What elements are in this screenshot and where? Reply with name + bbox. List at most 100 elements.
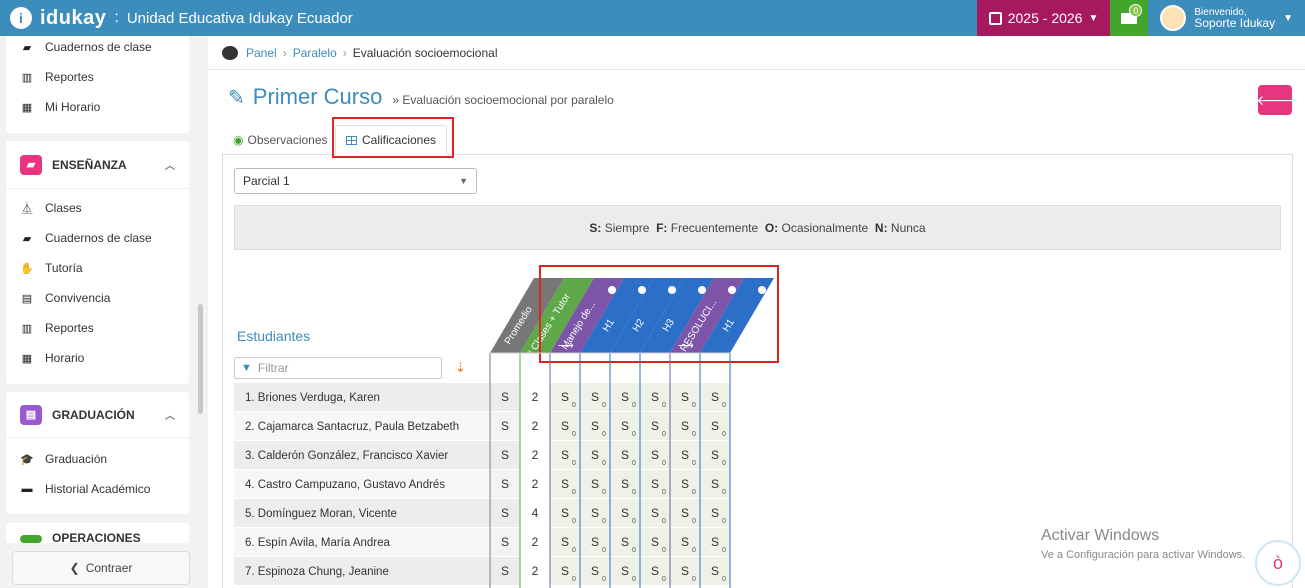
- graduation-cap-icon: 🎓: [20, 453, 34, 466]
- grade-value: S: [621, 477, 629, 491]
- grade-sub-value: 0: [722, 402, 726, 409]
- grade-sub-value: 0: [602, 431, 606, 438]
- grade-value: S: [621, 448, 629, 462]
- sidebar-item-tutoria[interactable]: ✋ Tutoría: [6, 253, 189, 283]
- grade-sub-value: 0: [602, 547, 606, 554]
- sidebar-section-ensenanza[interactable]: ▰ ENSEÑANZA ︿: [6, 141, 189, 189]
- grade-sub-value: 0: [632, 547, 636, 554]
- grade-sub-value: 0: [722, 460, 726, 467]
- sidebar-item-convivencia[interactable]: ▤ Convivencia: [6, 283, 189, 313]
- back-button[interactable]: 🡐: [1256, 85, 1294, 115]
- grade-value: S: [681, 390, 689, 404]
- student-name[interactable]: 6. Espín Avila, María Andrea: [245, 537, 391, 549]
- info-dot-icon[interactable]: [728, 286, 736, 294]
- student-name[interactable]: 1. Briones Verduga, Karen: [245, 392, 380, 404]
- grade-sub-value: 0: [692, 460, 696, 467]
- sidebar-item-graduacion[interactable]: 🎓 Graduación: [6, 444, 189, 474]
- sidebar-item-horario[interactable]: ▦ Horario: [6, 343, 189, 373]
- tab-observaciones[interactable]: ◉ Observaciones: [222, 125, 339, 155]
- arrow-right-icon[interactable]: ⟶: [558, 340, 574, 352]
- user-menu[interactable]: Bienvenido, Soporte Idukay ▼: [1148, 0, 1305, 36]
- grade-sub-value: 0: [602, 576, 606, 583]
- student-name[interactable]: 4. Castro Campuzano, Gustavo Andrés: [245, 479, 445, 491]
- info-dot-icon[interactable]: [698, 286, 706, 294]
- section-title: OPERACIONES: [52, 531, 141, 543]
- caret-down-icon: ▼: [1283, 12, 1293, 24]
- school-name: Unidad Educativa Idukay Ecuador: [126, 9, 353, 27]
- sidebar-item-historial[interactable]: ▬ Historial Académico: [6, 474, 189, 504]
- grade-value: S: [711, 419, 719, 433]
- grade-sub-value: 0: [572, 431, 576, 438]
- sidebar-item-reportes-top[interactable]: ▥ Reportes: [6, 62, 189, 92]
- grade-value: S: [621, 419, 629, 433]
- sidebar-item-label: Tutoría: [45, 261, 83, 275]
- grade-sub-value: 0: [722, 576, 726, 583]
- grade-value: S: [591, 448, 599, 462]
- student-name[interactable]: 2. Cajamarca Santacruz, Paula Betzabeth: [245, 421, 459, 433]
- info-dot-icon[interactable]: [668, 286, 676, 294]
- breadcrumb-paralelo-link[interactable]: Paralelo: [293, 46, 337, 60]
- grade-sub-value: 0: [662, 547, 666, 554]
- breadcrumb-current: Evaluación socioemocional: [352, 45, 498, 60]
- messages-button[interactable]: 0: [1110, 0, 1149, 36]
- arrow-left-icon: 🡐: [1256, 91, 1294, 108]
- grade-sub-value: 0: [662, 431, 666, 438]
- grade-value: S: [501, 564, 509, 578]
- student-name[interactable]: 5. Domínguez Moran, Vicente: [245, 508, 397, 520]
- info-dot-icon[interactable]: [638, 286, 646, 294]
- logo[interactable]: i idukay : Unidad Educativa Idukay Ecuad…: [0, 7, 353, 30]
- grade-sub-value: 0: [602, 489, 606, 496]
- sidebar-item-label: Cuadernos de clase: [45, 40, 152, 54]
- info-dot-icon[interactable]: [758, 286, 766, 294]
- grade-value: S: [621, 535, 629, 549]
- bar-chart-icon: ▥: [21, 322, 33, 335]
- grade-sub-value: 0: [602, 518, 606, 525]
- grade-sub-value: 0: [572, 460, 576, 467]
- grade-sub-value: 0: [632, 576, 636, 583]
- grade-sub-value: 0: [692, 576, 696, 583]
- grade-value: S: [681, 564, 689, 578]
- top-navbar: i idukay : Unidad Educativa Idukay Ecuad…: [0, 0, 1305, 36]
- info-dot-icon[interactable]: [608, 286, 616, 294]
- sidebar-operaciones-card: OPERACIONES: [6, 523, 189, 543]
- student-name[interactable]: 7. Espinoza Chung, Jeanine: [245, 566, 389, 578]
- sidebar-item-mi-horario[interactable]: ▦ Mi Horario: [6, 92, 189, 122]
- grade-value: S: [591, 477, 599, 491]
- grade-sub-value: 0: [572, 489, 576, 496]
- chevron-up-icon: ︿: [165, 411, 175, 422]
- sidebar-section-operaciones[interactable]: OPERACIONES: [6, 523, 189, 543]
- gradebook-table: Promedio# Clases + TutorManejo de...⟶H1 H…: [234, 265, 779, 588]
- grade-value: S: [651, 506, 659, 520]
- sidebar-item-label: Reportes: [45, 70, 94, 84]
- sidebar-section-graduacion[interactable]: ▤ GRADUACIÓN ︿: [6, 392, 189, 438]
- eye-icon: ◉: [233, 133, 244, 147]
- help-chat-button[interactable]: ò: [1255, 540, 1301, 586]
- grade-value: S: [501, 506, 509, 520]
- sidebar-item-cuadernos[interactable]: ▰ Cuadernos de clase: [6, 223, 189, 253]
- sidebar: ▰ Cuadernos de clase ▥ Reportes ▦ Mi Hor…: [0, 36, 208, 588]
- grade-sub-value: 0: [632, 489, 636, 496]
- collapse-sidebar-button[interactable]: ❮ Contraer: [12, 551, 190, 585]
- grade-sub-value: 0: [692, 402, 696, 409]
- grade-value: 4: [532, 506, 539, 520]
- grade-value: S: [501, 419, 509, 433]
- sidebar-item-clases[interactable]: ⏅ Clases: [6, 193, 189, 223]
- calendar-check-icon: [988, 11, 1002, 25]
- breadcrumb: Panel › Paralelo › Evaluación socioemoci…: [208, 36, 1305, 70]
- grade-sub-value: 0: [662, 402, 666, 409]
- sidebar-item-label: Historial Académico: [45, 482, 151, 496]
- bar-chart-icon: ▥: [21, 71, 33, 84]
- main-content: ✎ Primer Curso » Evaluación socioemocion…: [208, 70, 1305, 588]
- sidebar-item-label: Clases: [45, 201, 82, 215]
- grade-value: S: [711, 390, 719, 404]
- grade-value: S: [651, 448, 659, 462]
- school-year-dropdown[interactable]: 2025 - 2026 ▼: [976, 0, 1111, 36]
- breadcrumb-panel-link[interactable]: Panel: [246, 46, 277, 60]
- grade-value: S: [681, 535, 689, 549]
- sidebar-item-reportes[interactable]: ▥ Reportes: [6, 313, 189, 343]
- sidebar-item-cuadernos-top[interactable]: ▰ Cuadernos de clase: [6, 36, 189, 62]
- grade-value: S: [561, 535, 569, 549]
- arrow-right-icon[interactable]: ⟶: [678, 340, 694, 352]
- sidebar-scrollbar[interactable]: [198, 304, 203, 414]
- student-name[interactable]: 3. Calderón González, Francisco Xavier: [245, 450, 448, 462]
